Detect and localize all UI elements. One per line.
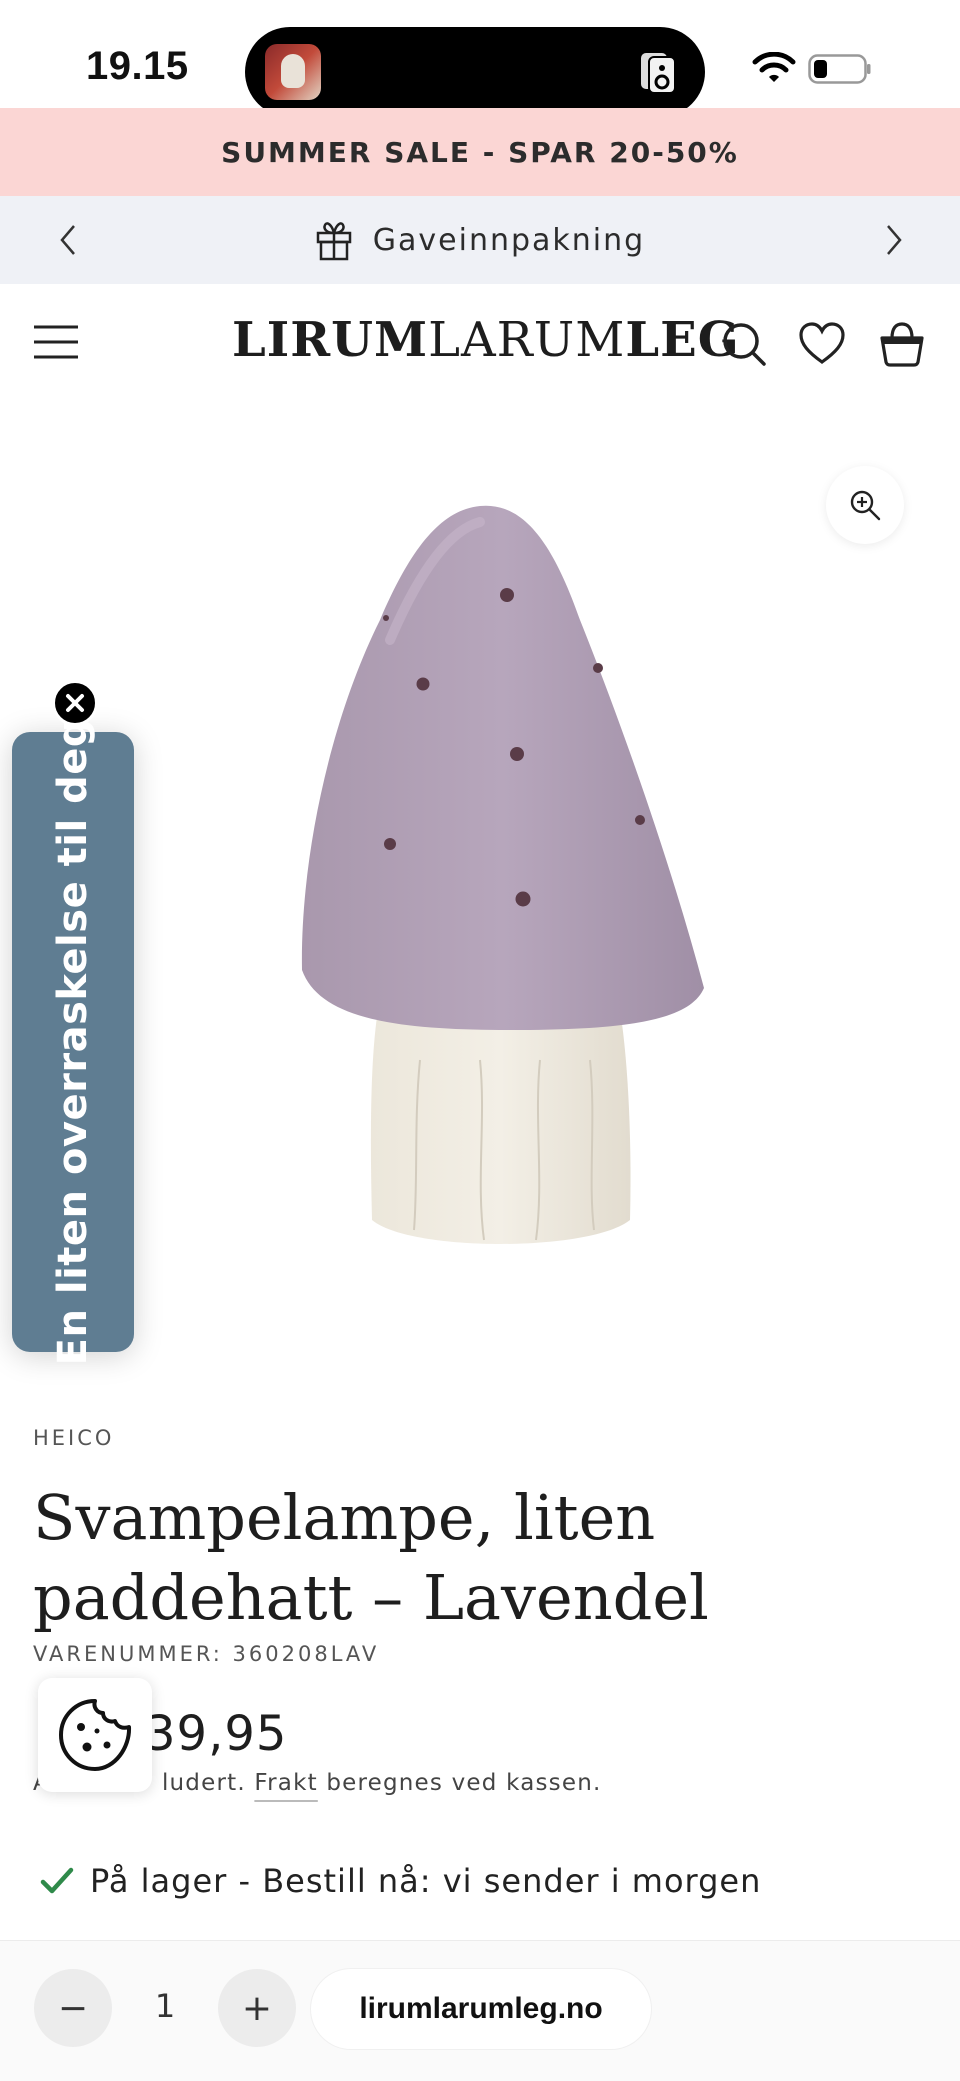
quantity-increase-button[interactable]: + [218, 1969, 296, 2047]
announcement-text: Gaveinnpakning [372, 222, 646, 258]
announcement-prev-button[interactable] [46, 218, 90, 262]
zoom-in-icon [850, 490, 881, 521]
product-sku: VARENUMMER: 360208LAV [33, 1642, 380, 1666]
menu-icon[interactable] [32, 322, 80, 362]
stock-text: På lager - Bestill nå: vi sender i morge… [90, 1862, 762, 1900]
status-time: 19.15 [86, 44, 189, 88]
site-logo[interactable]: LIRUM LARUM LEG [232, 312, 740, 378]
quantity-decrease-button[interactable]: − [34, 1969, 112, 2047]
heart-icon[interactable] [798, 320, 846, 368]
price-value: 39,95 [145, 1706, 288, 1762]
zoom-button[interactable] [826, 466, 904, 544]
logo-part-1: LIRUM [232, 312, 429, 368]
stock-status: På lager - Bestill nå: vi sender i morge… [40, 1862, 761, 1900]
address-bar-url: lirumlarumleg.no [359, 1992, 603, 2025]
announcement-next-button[interactable] [872, 218, 916, 262]
mushroom-lamp-image [301, 505, 704, 1244]
cart-icon[interactable] [878, 320, 926, 368]
dynamic-island[interactable] [245, 27, 705, 117]
browser-bottom-bar: − 1 + lirumlarumleg.no [0, 1940, 960, 2081]
chevron-right-icon [887, 225, 902, 255]
search-icon[interactable] [720, 320, 768, 368]
close-icon [66, 694, 84, 712]
promo-text: SUMMER SALE - SPAR 20-50% [221, 135, 739, 169]
checkmark-icon [40, 1867, 74, 1894]
product-title: Svampelampe, liten paddehatt – Lavendel [33, 1481, 709, 1634]
cookie-icon [59, 1699, 132, 1771]
site-header: LIRUM LARUM LEG [0, 284, 960, 402]
chevron-left-icon [60, 225, 75, 255]
cookie-settings-button[interactable] [38, 1678, 152, 1792]
side-tab-close-button[interactable] [52, 680, 98, 726]
tax-middle: ludert. [161, 1770, 246, 1796]
shipping-rest: beregnes ved kassen. [326, 1770, 602, 1796]
app-avatar-icon [265, 44, 321, 100]
speaker-icon [641, 53, 676, 94]
shipping-link[interactable]: Frakt [254, 1770, 317, 1796]
promo-banner[interactable]: SUMMER SALE - SPAR 20-50% [0, 108, 960, 196]
quantity-value[interactable]: 1 [140, 1987, 190, 2025]
announcement-bar: Gaveinnpakning [0, 196, 960, 284]
battery-icon [808, 54, 871, 84]
address-bar[interactable]: lirumlarumleg.no [311, 1969, 651, 2049]
product-vendor[interactable]: HEICO [33, 1426, 114, 1450]
surprise-side-tab[interactable]: En liten overraskelse til deg [12, 718, 134, 1366]
wifi-icon [752, 52, 796, 82]
side-tab-label: En liten overraskelse til deg [50, 718, 96, 1366]
gift-icon [316, 222, 352, 261]
status-bar: 19.15 [0, 0, 960, 117]
logo-part-2: LARUM [428, 312, 626, 368]
